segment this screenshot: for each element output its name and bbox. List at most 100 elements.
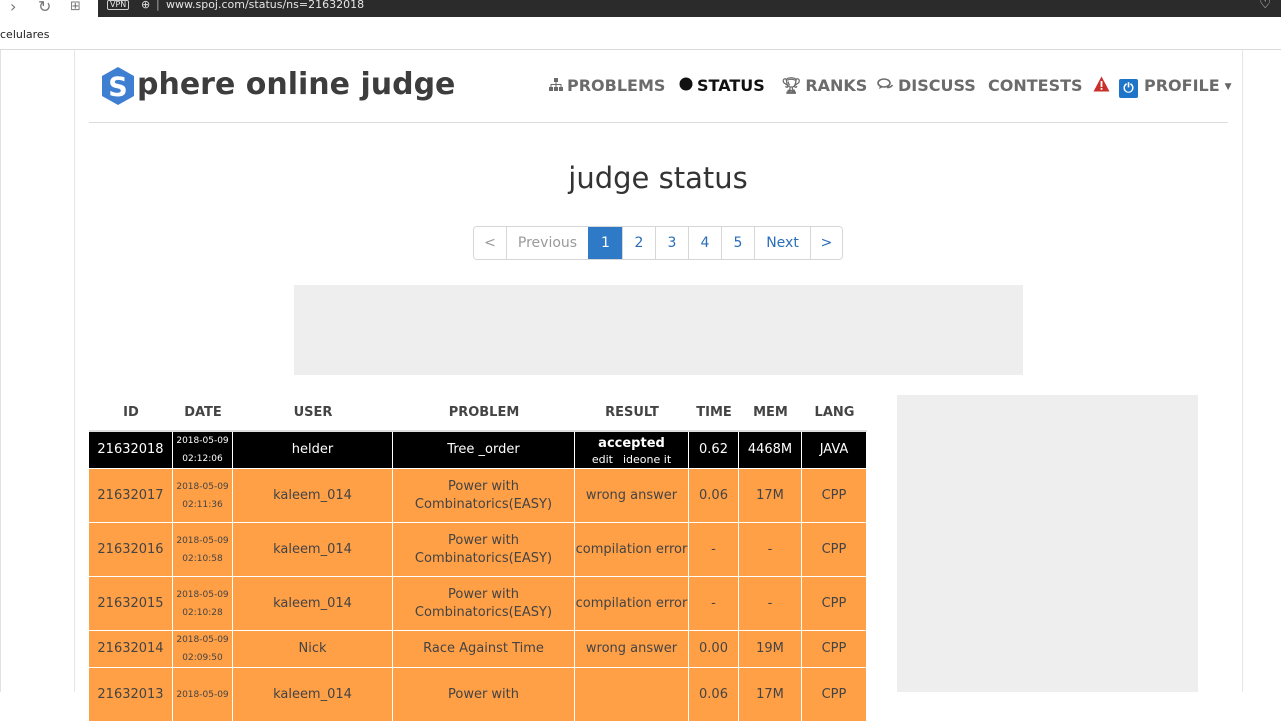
result-text — [575, 668, 689, 722]
comments-icon — [877, 76, 894, 95]
user-link[interactable]: kaleem_014 — [233, 668, 393, 722]
exec-time: 0.00 — [689, 631, 739, 668]
column-header-result[interactable]: RESULT — [575, 395, 689, 432]
alert-icon[interactable] — [1093, 76, 1110, 98]
page-5-button[interactable]: 5 — [721, 227, 754, 259]
memory: 19M — [739, 631, 802, 668]
problem-link[interactable]: Power with Combinatorics(EASY) — [393, 577, 575, 631]
submission-id[interactable]: 21632013 — [89, 668, 173, 722]
language: CPP — [802, 469, 867, 523]
result-cell: accepted edit ideone it — [575, 432, 689, 469]
column-header-date[interactable]: DATE — [173, 395, 233, 432]
page: S phere online judge PROBLEMS STATUS 🏆︎ R… — [0, 50, 1281, 722]
vpn-badge[interactable]: VPN — [107, 0, 130, 10]
submission-id[interactable]: 21632017 — [89, 469, 173, 523]
sitemap-icon — [549, 76, 563, 95]
heart-icon[interactable]: ♡ — [1259, 0, 1271, 11]
language: CPP — [802, 577, 867, 631]
edit-link[interactable]: edit — [592, 453, 613, 466]
submission-date: 2018-05-09 02:10:58 — [173, 523, 233, 577]
nav-label: PROBLEMS — [567, 76, 666, 95]
problem-link[interactable]: Power with Combinatorics(EASY) — [393, 469, 575, 523]
memory: - — [739, 577, 802, 631]
forward-icon[interactable]: › — [10, 0, 16, 16]
submission-id[interactable]: 21632016 — [89, 523, 173, 577]
submission-id[interactable]: 21632018 — [89, 432, 173, 469]
language: JAVA — [802, 432, 867, 469]
column-header-user[interactable]: USER — [233, 395, 393, 432]
bookmarks-bar: celulares — [0, 22, 1281, 50]
caret-down-icon: ▼ — [1224, 82, 1232, 92]
problem-link[interactable]: Race Against Time — [393, 631, 575, 668]
trophy-icon: 🏆︎ — [781, 76, 802, 95]
language: CPP — [802, 631, 867, 668]
memory: 17M — [739, 668, 802, 722]
nav-label: CONTESTS — [988, 76, 1083, 95]
page-2-button[interactable]: 2 — [622, 227, 655, 259]
exec-time: 0.06 — [689, 469, 739, 523]
table-row: 21632018 2018-05-09 02:12:06 helder Tree … — [89, 432, 867, 469]
user-link[interactable]: kaleem_014 — [233, 469, 393, 523]
nav-profile[interactable]: ⏻ PROFILE ▼ — [1119, 76, 1232, 98]
nav-status[interactable]: STATUS — [679, 76, 765, 98]
submission-id[interactable]: 21632014 — [89, 631, 173, 668]
side-ad — [897, 395, 1198, 692]
column-header-id[interactable]: ID — [89, 395, 173, 432]
reload-icon[interactable]: ↻ — [38, 0, 51, 16]
user-link[interactable]: Nick — [233, 631, 393, 668]
table-header-row: ID DATE USER PROBLEM RESULT TIME MEM LAN… — [89, 395, 867, 432]
browser-toolbar: › ↻ ⊞ VPN ⊕ | www.spoj.com/status/ns=216… — [0, 0, 1281, 22]
circle-icon — [679, 76, 693, 95]
main-container: S phere online judge PROBLEMS STATUS 🏆︎ R… — [74, 50, 1243, 722]
globe-icon: ⊕ — [141, 0, 151, 11]
last-page-button[interactable]: > — [810, 227, 842, 259]
submission-id[interactable]: 21632015 — [89, 577, 173, 631]
submission-date: 2018-05-09 02:12:06 — [173, 432, 233, 469]
user-link[interactable]: kaleem_014 — [233, 577, 393, 631]
nav-problems[interactable]: PROBLEMS — [549, 76, 665, 98]
page-3-button[interactable]: 3 — [655, 227, 688, 259]
submission-date: 2018-05-09 — [173, 668, 233, 722]
column-header-lang[interactable]: LANG — [802, 395, 867, 432]
language: CPP — [802, 523, 867, 577]
result-text[interactable]: compilation error — [575, 577, 689, 631]
exec-time: - — [689, 523, 739, 577]
page-1-button[interactable]: 1 — [588, 227, 622, 259]
previous-page-button[interactable]: Previous — [506, 227, 588, 259]
column-header-time[interactable]: TIME — [689, 395, 739, 432]
problem-link[interactable]: Power with — [393, 668, 575, 722]
bookmark-item[interactable]: celulares — [0, 28, 49, 41]
user-link[interactable]: kaleem_014 — [233, 523, 393, 577]
power-icon: ⏻ — [1119, 79, 1138, 98]
site-name: phere online judge — [137, 67, 456, 102]
page-4-button[interactable]: 4 — [688, 227, 721, 259]
exec-time: 0.06 — [689, 668, 739, 722]
nav-contests[interactable]: CONTESTS — [988, 76, 1083, 98]
url-text[interactable]: www.spoj.com/status/ns=21632018 — [166, 0, 364, 11]
column-header-problem[interactable]: PROBLEM — [393, 395, 575, 432]
nav-label: DISCUSS — [898, 76, 976, 95]
table-row: 21632014 2018-05-09 02:09:50 Nick Race Ag… — [89, 631, 867, 668]
result-text: wrong answer — [575, 469, 689, 523]
nav-discuss[interactable]: DISCUSS — [877, 76, 976, 98]
logo-hexagon-icon: S — [102, 67, 134, 105]
problem-link[interactable]: Tree _order — [393, 432, 575, 469]
table-row: 21632015 2018-05-09 02:10:28 kaleem_014 P… — [89, 577, 867, 631]
ideone-link[interactable]: ideone it — [623, 453, 671, 466]
problem-link[interactable]: Power with Combinatorics(EASY) — [393, 523, 575, 577]
nav-ranks[interactable]: 🏆︎ RANKS — [781, 76, 867, 98]
nav-label: PROFILE — [1144, 76, 1220, 95]
user-link[interactable]: helder — [233, 432, 393, 469]
nav-label: RANKS — [805, 76, 868, 95]
status-table: ID DATE USER PROBLEM RESULT TIME MEM LAN… — [89, 395, 867, 722]
tabs-grid-icon[interactable]: ⊞ — [70, 0, 81, 14]
language: CPP — [802, 668, 867, 722]
nav-label: STATUS — [697, 76, 765, 95]
address-bar[interactable]: VPN ⊕ | www.spoj.com/status/ns=21632018 … — [98, 0, 1281, 17]
result-text[interactable]: compilation error — [575, 523, 689, 577]
column-header-mem[interactable]: MEM — [739, 395, 802, 432]
result-text: wrong answer — [575, 631, 689, 668]
next-page-button[interactable]: Next — [754, 227, 810, 259]
url-separator: | — [156, 0, 160, 11]
first-page-button[interactable]: < — [474, 227, 506, 259]
